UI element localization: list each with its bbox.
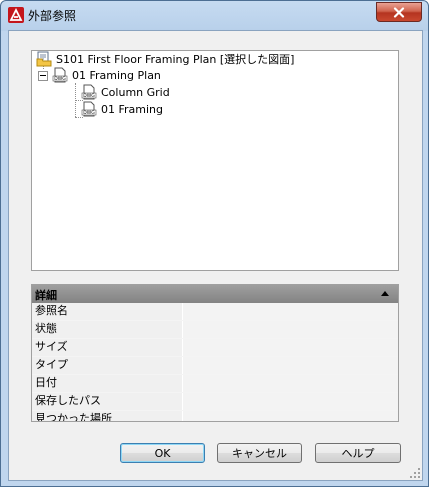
property-name: 参照名 <box>32 303 182 320</box>
svg-text:DWG: DWG <box>54 76 66 82</box>
property-name: サイズ <box>32 339 182 356</box>
details-header-label: 詳細 <box>35 289 57 302</box>
tree-root-label: S101 First Floor Framing Plan [選択した図面] <box>56 53 295 66</box>
property-row[interactable]: サイズ <box>32 339 398 357</box>
property-name: 保存したパス <box>32 393 182 410</box>
help-button[interactable]: ヘルプ <box>315 443 401 463</box>
title-bar[interactable]: 外部参照 <box>1 1 428 29</box>
property-name: タイプ <box>32 357 182 374</box>
xref-tree[interactable]: S101 First Floor Framing Plan [選択した図面] D… <box>31 50 399 271</box>
dwg-file-icon: DWG <box>81 101 97 117</box>
property-value <box>182 303 398 320</box>
property-row[interactable]: 参照名 <box>32 303 398 321</box>
details-header[interactable]: 詳細 <box>32 285 398 303</box>
property-value <box>182 393 398 410</box>
property-row[interactable]: 状態 <box>32 321 398 339</box>
svg-text:DWG: DWG <box>83 110 95 116</box>
cancel-button[interactable]: キャンセル <box>217 443 302 463</box>
tree-item[interactable]: DWG 01 Framing Plan <box>52 67 161 83</box>
property-value <box>182 357 398 374</box>
tree-item[interactable]: DWG 01 Framing <box>81 101 163 117</box>
svg-text:DWG: DWG <box>83 93 95 99</box>
property-row[interactable]: 日付 <box>32 375 398 393</box>
collapse-up-icon[interactable] <box>381 291 389 296</box>
dialog-window: 外部参照 S101 First Floor Framing Plan [選択した… <box>0 0 429 487</box>
drawing-folder-icon <box>36 51 52 67</box>
ok-button[interactable]: OK <box>120 443 205 463</box>
tree-item-label: 01 Framing Plan <box>72 68 161 82</box>
dwg-file-icon: DWG <box>52 67 68 83</box>
dwg-file-icon: DWG <box>81 84 97 100</box>
property-name: 状態 <box>32 321 182 338</box>
resize-grip-icon[interactable] <box>409 467 421 479</box>
details-panel: 詳細 参照名 状態 サイズ タイプ 日付 保存したパス 見つかった場所 <box>31 284 399 422</box>
tree-connector <box>75 117 83 118</box>
property-value <box>182 375 398 392</box>
autocad-app-icon <box>8 7 24 23</box>
property-value <box>182 411 398 421</box>
tree-item-label: 01 Framing <box>101 102 164 116</box>
tree-root[interactable]: S101 First Floor Framing Plan [選択した図面] <box>36 51 294 67</box>
window-title: 外部参照 <box>28 9 77 23</box>
property-value <box>182 321 398 338</box>
tree-item-label: Column Grid <box>101 85 170 99</box>
tree-item[interactable]: DWG Column Grid <box>81 84 170 100</box>
property-row[interactable]: タイプ <box>32 357 398 375</box>
property-name: 見つかった場所 <box>32 411 182 421</box>
property-row[interactable]: 見つかった場所 <box>32 411 398 421</box>
close-button[interactable] <box>376 2 422 22</box>
property-row[interactable]: 保存したパス <box>32 393 398 411</box>
dialog-body: S101 First Floor Framing Plan [選択した図面] D… <box>8 30 423 481</box>
close-icon <box>393 6 405 18</box>
property-name: 日付 <box>32 375 182 392</box>
property-value <box>182 339 398 356</box>
collapse-toggle[interactable] <box>38 71 48 81</box>
